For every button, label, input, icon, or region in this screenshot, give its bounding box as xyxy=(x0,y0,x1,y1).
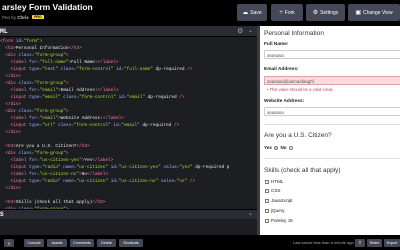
bottom-bar: ≡ Console Assets Comments Delete Shortcu… xyxy=(0,235,400,250)
code-line: <h3>Are you a U.S. Citizen?</h3> xyxy=(5,144,90,149)
skill-label: Parsley JS xyxy=(271,218,293,223)
gear-icon: ⚙ xyxy=(312,10,319,16)
html-editor-header: ML ⚙ ⌄ xyxy=(0,26,257,37)
skill-javascript[interactable]: JavaScript xyxy=(265,198,292,203)
skill-label: jQuery xyxy=(271,208,285,213)
skill-label: JavaScript xyxy=(271,198,293,203)
cloud-icon: ☁ xyxy=(242,10,249,16)
checkbox[interactable] xyxy=(265,179,269,184)
email-field[interactable]: asasasa@asmasfasghf xyxy=(264,76,400,85)
byline: Pen by Chris PRO xyxy=(2,15,44,20)
divider xyxy=(264,158,400,159)
skill-label: HTML xyxy=(271,179,284,184)
code-line: <label for="us-citizen-yes">Yes</label> xyxy=(10,158,114,163)
html-editor-label: ML xyxy=(0,28,8,35)
code-line: <label for="full-name">Full Name:</label… xyxy=(10,60,119,65)
code-line: <form id="form"> xyxy=(0,39,43,44)
skill-parsley[interactable]: Parsley JS xyxy=(265,218,293,223)
share-icon[interactable]: ⇪ xyxy=(355,239,365,247)
layout-icon: ▣ xyxy=(355,10,361,16)
css-editor-header[interactable]: S ⌄ xyxy=(0,209,257,219)
fork-button-label: Fork xyxy=(284,9,295,16)
console-button[interactable]: Console xyxy=(24,239,44,247)
code-line: </div> xyxy=(5,102,22,107)
code-line: <label for="email">Website Address:</lab… xyxy=(10,116,124,121)
email-error: • This value should be a valid email. xyxy=(267,87,334,92)
skill-html[interactable]: HTML xyxy=(265,179,284,184)
assets-button[interactable]: Assets xyxy=(47,239,67,247)
change-view-button[interactable]: ▣ Change View xyxy=(348,4,400,21)
full-name-field[interactable]: asasasa xyxy=(264,50,400,59)
citizen-heading: Are you a U.S. Citizen? xyxy=(264,132,332,139)
pen-title[interactable]: arsley Form Validation xyxy=(2,2,93,12)
code-line: <label for="email">Email Address:</label… xyxy=(10,88,119,93)
email-label: Email Address: xyxy=(264,67,299,72)
chevron-down-icon[interactable]: ⌄ xyxy=(248,210,253,217)
comments-button[interactable]: Comments xyxy=(70,239,94,247)
settings-button[interactable]: ⚙ Settings xyxy=(306,4,345,21)
code-line: <label for="us-citizen-no">No</label> xyxy=(10,172,109,177)
skill-label: CSS xyxy=(271,188,281,193)
code-line: <div class="form-group"> xyxy=(5,53,69,58)
byline-prefix: Pen by xyxy=(2,15,17,20)
full-name-label: Full Name: xyxy=(264,42,289,47)
export-button[interactable]: Export xyxy=(384,239,400,247)
share-button[interactable]: Share xyxy=(367,239,382,247)
yes-radio[interactable] xyxy=(274,145,279,150)
change-view-button-label: Change View xyxy=(363,9,393,16)
personal-info-heading: Personal Information xyxy=(264,30,324,37)
code-line: <input type="radio" name="us-citizen" id… xyxy=(10,179,196,184)
gear-icon[interactable]: ⚙ xyxy=(237,27,243,35)
fork-icon: ⑂ xyxy=(279,9,283,16)
html-editor-panel: ML ⚙ ⌄ <form id="form"> <h3>Personal Inf… xyxy=(0,26,257,235)
skills-heading: Skills (check all that apply) xyxy=(264,167,341,174)
website-label: Website Address: xyxy=(264,99,305,104)
skill-css[interactable]: CSS xyxy=(265,188,280,193)
code-line: <div class="form-group"> xyxy=(5,151,69,156)
code-line: <input type="email" class="form-control"… xyxy=(10,95,185,100)
save-button-label: Save xyxy=(250,9,262,16)
code-line: <h3>Personal Information</h3> xyxy=(5,46,82,51)
code-line: </div> xyxy=(5,130,22,135)
pro-badge: PRO xyxy=(32,15,44,19)
email-error-text: This value should be a valid email. xyxy=(269,87,334,92)
code-line: </div> xyxy=(5,186,22,191)
chevron-down-icon[interactable]: ⌄ xyxy=(248,27,253,34)
code-line: <div class="form-group"> xyxy=(5,109,69,114)
saved-status: Last saved less than a minute ago xyxy=(293,240,354,245)
code-line: <div class="form-group"> xyxy=(5,81,69,86)
menu-icon[interactable]: ≡ xyxy=(4,239,14,247)
checkbox[interactable] xyxy=(265,208,269,213)
no-radio[interactable] xyxy=(288,145,293,150)
top-bar: arsley Form Validation Pen by Chris PRO … xyxy=(0,0,400,26)
save-button[interactable]: ☁ Save xyxy=(237,4,267,21)
divider xyxy=(264,124,400,125)
yes-label: Yes xyxy=(264,145,272,150)
checkbox[interactable] xyxy=(265,218,269,223)
website-field[interactable]: asasasa xyxy=(264,107,400,116)
css-editor-label: S xyxy=(0,211,4,218)
code-area[interactable]: <form id="form"> <h3>Personal Informatio… xyxy=(0,38,257,213)
checkbox[interactable] xyxy=(265,198,269,203)
no-label: No xyxy=(280,145,287,150)
delete-button[interactable]: Delete xyxy=(97,239,116,247)
code-line: <input type="radio" name="us-citizen" id… xyxy=(10,165,230,170)
code-line: <h3>Skills (check all that apply)</h3> xyxy=(5,200,106,205)
settings-button-label: Settings xyxy=(320,9,339,16)
code-line: <input type="url" class="form-control" i… xyxy=(10,123,180,128)
shortcuts-button[interactable]: Shortcuts xyxy=(119,239,143,247)
fork-button[interactable]: ⑂ Fork xyxy=(271,4,303,21)
citizen-radio-group: Yes No xyxy=(264,145,294,150)
code-line: </div> xyxy=(5,74,22,79)
code-line: <input type="text" class="form-control" … xyxy=(10,67,193,72)
checkbox[interactable] xyxy=(265,188,269,193)
author-link[interactable]: Chris xyxy=(17,15,29,20)
skill-jquery[interactable]: jQuery xyxy=(265,208,285,213)
